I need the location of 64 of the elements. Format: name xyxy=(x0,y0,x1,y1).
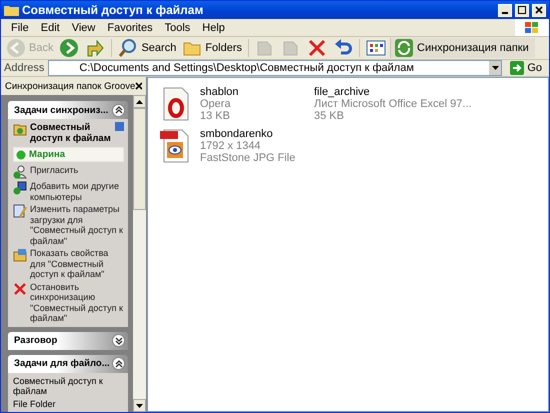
up-arrow-icon xyxy=(85,38,106,58)
maximize-button[interactable] xyxy=(515,4,529,16)
delete-icon xyxy=(307,38,328,58)
panel-header[interactable]: Задачи для файло... xyxy=(8,354,128,372)
minimize-button[interactable] xyxy=(498,4,512,16)
scrollbar[interactable] xyxy=(133,95,146,412)
menu-item[interactable]: Favorites xyxy=(101,22,159,34)
menu-item[interactable]: File xyxy=(5,22,35,34)
file-detail: Лист Microsoft Office Excel 97... xyxy=(314,98,472,110)
file-name[interactable]: shablon xyxy=(200,86,239,98)
panel-header[interactable]: Задачи синхрониз... xyxy=(8,101,128,119)
scroll-down-icon[interactable] xyxy=(136,404,143,408)
file-name[interactable]: file_archive xyxy=(314,86,472,98)
menu-item[interactable]: Tools xyxy=(158,22,196,34)
task-link[interactable]: Пригласить xyxy=(13,165,124,179)
go-arrow-icon xyxy=(510,61,524,75)
task-link[interactable]: Добавить мои другие компьютеры xyxy=(13,181,124,202)
task-link[interactable]: Показать свойства для "Совместный доступ к файлам" xyxy=(13,248,124,280)
menu-item[interactable]: Edit xyxy=(34,22,66,34)
folders-button[interactable]: Folders xyxy=(180,38,244,58)
file-detail: 35 KB xyxy=(314,110,345,122)
sync-icon xyxy=(394,38,414,58)
stop-icon xyxy=(13,282,27,296)
folder-icon xyxy=(4,4,19,16)
online-status-icon xyxy=(16,150,26,160)
sync-button[interactable]: Синхронизация папки xyxy=(390,38,535,58)
task-link[interactable]: Изменить параметры загрузки для "Совместный доступ к файлам" xyxy=(13,204,124,246)
details-text: Совместный доступ к файлам xyxy=(13,376,104,396)
shared-folder-icon xyxy=(13,122,27,136)
collapse-icon[interactable] xyxy=(112,104,125,116)
edit-icon xyxy=(13,204,27,218)
go-button[interactable]: Go xyxy=(506,61,546,75)
windows-logo-icon xyxy=(515,19,549,36)
collapse-icon[interactable] xyxy=(112,357,125,370)
views-icon xyxy=(366,38,386,58)
details-text: File Folder xyxy=(13,398,57,409)
member-item[interactable]: Марина xyxy=(13,147,124,162)
computer-add-icon xyxy=(13,181,27,195)
pane-title: Синхронизация папок Groove xyxy=(5,80,136,92)
address-label: Address xyxy=(4,62,44,74)
close-button[interactable] xyxy=(532,4,546,16)
close-icon xyxy=(535,6,543,14)
user-add-icon xyxy=(13,165,27,179)
panel-header[interactable]: Разговор xyxy=(8,332,128,350)
menu-item[interactable]: Help xyxy=(196,22,231,34)
address-field[interactable]: C:\Documents and Settings\Desktop\Совместный доступ к файлам xyxy=(48,60,502,76)
close-icon[interactable] xyxy=(135,82,142,90)
file-name[interactable]: smbondarenko xyxy=(200,128,296,140)
search-icon xyxy=(118,38,138,58)
search-button[interactable]: Search xyxy=(116,38,178,58)
views-button[interactable] xyxy=(364,38,388,58)
menu-item[interactable]: View xyxy=(66,22,102,34)
folder-name: Совместный доступ к файлам xyxy=(30,122,112,144)
dropdown-icon[interactable] xyxy=(489,61,502,75)
expand-icon[interactable] xyxy=(112,334,125,347)
maximize-icon xyxy=(518,6,526,14)
window-title: Совместный доступ к файлам xyxy=(22,3,204,17)
properties-icon xyxy=(13,248,27,262)
scroll-up-icon[interactable] xyxy=(136,100,143,104)
file-detail: FastStone JPG File xyxy=(200,152,296,164)
file-detail: Opera xyxy=(200,98,232,110)
task-link[interactable]: Остановить синхронизацию "Совместный доступ к файлам" xyxy=(13,282,124,324)
file-detail: 1792 x 1344 xyxy=(200,140,262,152)
file-detail: 13 KB xyxy=(200,110,231,122)
